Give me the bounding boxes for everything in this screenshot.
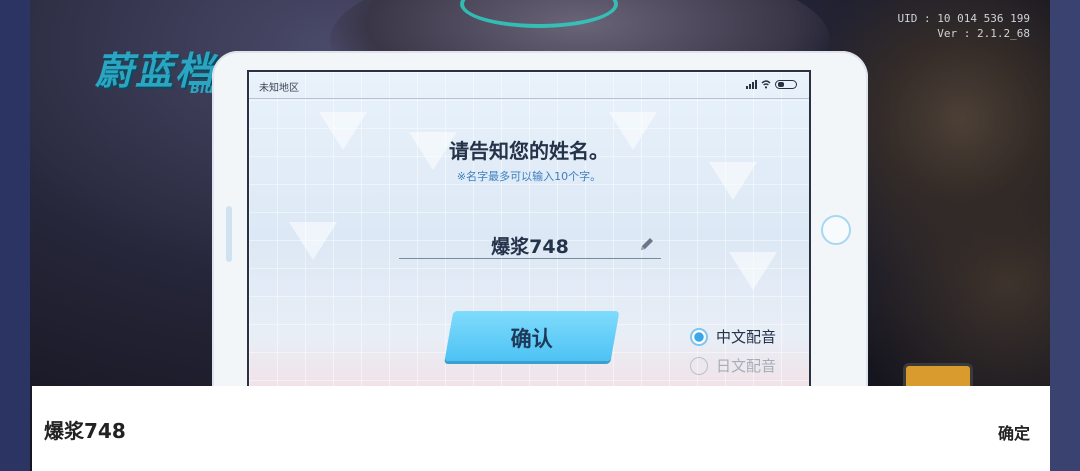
- battery-icon: [775, 80, 797, 89]
- voice-option-chinese[interactable]: 中文配音: [690, 326, 776, 347]
- signal-icon: [746, 80, 757, 89]
- confirm-button[interactable]: 确认: [444, 311, 620, 361]
- left-screen-edge: [0, 0, 30, 471]
- decor-triangle: [729, 252, 777, 290]
- voice-option-label: 日文配音: [716, 357, 777, 375]
- home-button-icon: [821, 215, 851, 245]
- tablet-status-bar: 未知地区: [249, 72, 809, 99]
- name-input-field[interactable]: 爆浆748: [399, 230, 661, 259]
- keyboard-confirm-button[interactable]: 确定: [998, 420, 1030, 444]
- decor-triangle: [289, 222, 337, 260]
- keyboard-input-bar: 爆浆748 确定: [32, 386, 1050, 471]
- name-length-hint: ※名字最多可以输入10个字。: [456, 170, 602, 183]
- status-icons: [746, 80, 797, 89]
- tablet-screen: 未知地区 请告知您的姓名。 ※名字最多可以输入10个字。 爆浆748 确认 中文…: [247, 70, 811, 404]
- wifi-icon: [761, 80, 771, 89]
- right-screen-edge: [1050, 0, 1080, 471]
- keyboard-input-text[interactable]: 爆浆748: [44, 415, 126, 444]
- tablet-side-button: [226, 206, 232, 262]
- status-location: 未知地区: [259, 83, 299, 94]
- voice-option-japanese[interactable]: 日文配音: [690, 355, 776, 376]
- uid-version-info: UID : 10 014 536 199 Ver : 2.1.2_68: [898, 11, 1030, 41]
- pencil-icon[interactable]: [639, 236, 655, 252]
- radio-selected-icon[interactable]: [690, 327, 708, 346]
- confirm-button-label: 确认: [510, 327, 553, 351]
- voice-option-label: 中文配音: [716, 328, 777, 346]
- name-prompt-title: 请告知您的姓名。: [449, 139, 609, 163]
- radio-unselected-icon[interactable]: [690, 356, 708, 375]
- version-text: Ver : 2.1.2_68: [937, 27, 1030, 40]
- name-input-value[interactable]: 爆浆748: [399, 232, 661, 259]
- uid-text: UID : 10 014 536 199: [897, 12, 1030, 25]
